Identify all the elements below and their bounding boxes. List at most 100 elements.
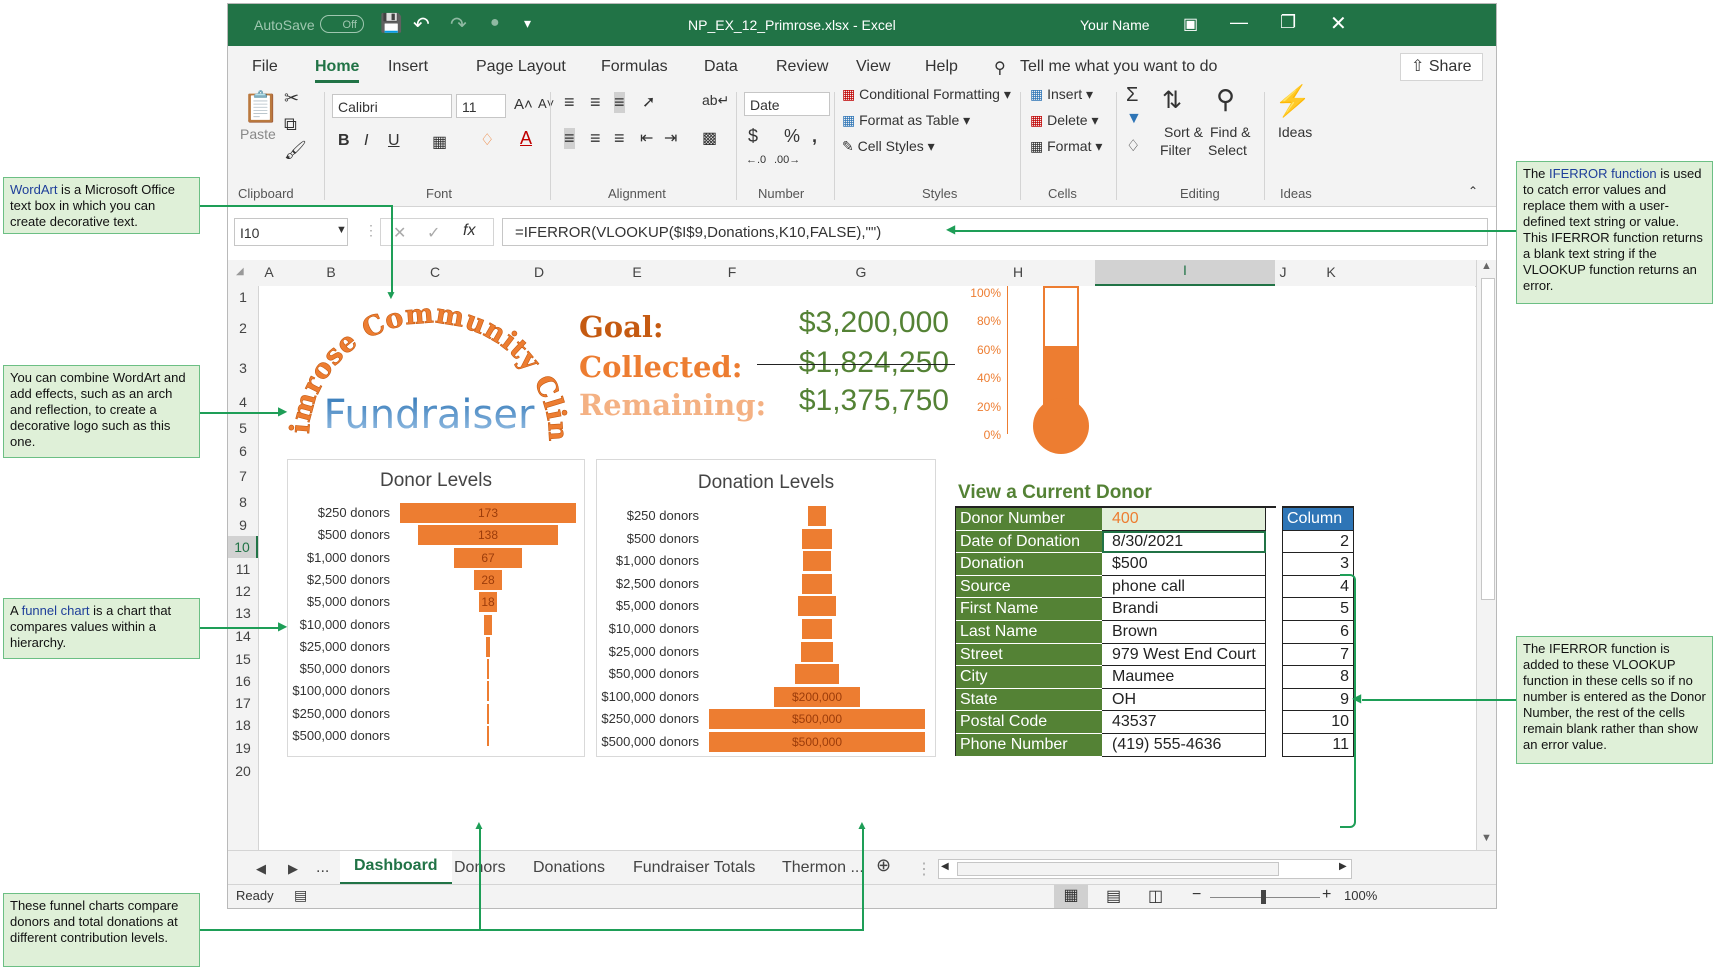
font-size-select[interactable]: 11 bbox=[456, 94, 506, 118]
increase-font-icon[interactable]: A˄ bbox=[514, 96, 533, 113]
paste-label[interactable]: Paste bbox=[240, 126, 276, 142]
donor-field-value[interactable]: 43537 bbox=[1102, 711, 1266, 734]
donation-levels-chart[interactable]: Donation Levels $250 donors $500 donors $1… bbox=[596, 459, 936, 757]
customize-toolbar-icon[interactable]: ▾ bbox=[524, 15, 531, 32]
share-button[interactable]: ⇧ Share bbox=[1400, 53, 1483, 81]
hscroll-right-icon[interactable]: ▶ bbox=[1339, 861, 1347, 872]
percent-icon[interactable]: % bbox=[784, 126, 800, 147]
donor-field-value[interactable]: (419) 555-4636 bbox=[1102, 734, 1266, 757]
funnel-bar[interactable] bbox=[486, 636, 490, 657]
restore-icon[interactable]: ❐ bbox=[1280, 12, 1296, 33]
collapse-ribbon-icon[interactable]: ⌃ bbox=[1468, 184, 1478, 198]
page-layout-view-icon[interactable]: ▤ bbox=[1106, 886, 1121, 906]
increase-indent-icon[interactable]: ⇥ bbox=[664, 128, 677, 148]
col-E[interactable]: E bbox=[591, 264, 683, 280]
row-header[interactable]: 7 bbox=[228, 462, 258, 490]
align-left-icon[interactable]: ≡ bbox=[564, 128, 575, 149]
tab-scroll-left-icon[interactable]: ◀ bbox=[256, 861, 266, 877]
font-name-select[interactable]: Calibri bbox=[332, 94, 452, 118]
decrease-decimal-icon[interactable]: .00→ bbox=[774, 154, 800, 166]
vertical-scroll-thumb[interactable] bbox=[1481, 278, 1495, 600]
col-G[interactable]: G bbox=[781, 264, 941, 280]
cancel-entry-icon[interactable]: ✕ bbox=[393, 223, 406, 243]
decrease-font-icon[interactable]: A˅ bbox=[538, 96, 554, 111]
donor-field-value[interactable]: Brandi bbox=[1102, 598, 1266, 621]
zoom-out-icon[interactable]: − bbox=[1192, 886, 1201, 904]
horizontal-scrollbar[interactable]: ◀ ▶ bbox=[938, 859, 1352, 879]
donor-field-value[interactable]: Maumee bbox=[1102, 666, 1266, 689]
row-header[interactable]: 20 bbox=[228, 760, 258, 782]
row-header[interactable]: 16 bbox=[228, 670, 258, 692]
donor-number-input[interactable]: 400 bbox=[1102, 508, 1266, 531]
delete-cells-button[interactable]: ▦ Delete ▾ bbox=[1030, 112, 1099, 129]
page-break-view-icon[interactable]: ◫ bbox=[1148, 886, 1163, 906]
row-header[interactable]: 12 bbox=[228, 580, 258, 602]
donor-field-value[interactable]: 979 West End Court bbox=[1102, 643, 1266, 667]
format-cells-button[interactable]: ▦ Format ▾ bbox=[1030, 138, 1102, 155]
name-box-dropdown-icon[interactable]: ▼ bbox=[336, 224, 347, 236]
row-header[interactable]: 13 bbox=[228, 602, 258, 624]
save-icon[interactable]: 💾 bbox=[380, 13, 402, 34]
tell-me-search[interactable]: Tell me what you want to do bbox=[1020, 58, 1217, 76]
ribbon-display-icon[interactable]: ▣ bbox=[1183, 14, 1198, 34]
cell-styles-button[interactable]: ✎ Cell Styles ▾ bbox=[842, 138, 935, 155]
clear-icon[interactable]: ♢ bbox=[1126, 136, 1140, 156]
orientation-icon[interactable]: ➚ bbox=[642, 92, 655, 112]
merge-center-icon[interactable]: ▩ bbox=[702, 128, 717, 148]
col-K[interactable]: K bbox=[1291, 264, 1371, 280]
underline-button[interactable]: U bbox=[388, 132, 400, 150]
format-painter-icon[interactable]: 🖌 bbox=[284, 140, 307, 161]
increase-decimal-icon[interactable]: ←.0 bbox=[746, 154, 766, 166]
funnel-bar[interactable] bbox=[807, 506, 827, 526]
row-header[interactable]: 11 bbox=[228, 558, 258, 580]
tab-review[interactable]: Review bbox=[776, 58, 828, 76]
funnel-bar[interactable] bbox=[487, 703, 489, 724]
tab-page-layout[interactable]: Page Layout bbox=[476, 58, 566, 76]
autosave-toggle[interactable]: Off bbox=[320, 15, 364, 33]
insert-cells-button[interactable]: ▦ Insert ▾ bbox=[1030, 86, 1093, 103]
find-select-label-1[interactable]: Find & bbox=[1210, 124, 1250, 140]
formula-input[interactable]: =IFERROR(VLOOKUP($I$9,Donations,K10,FALS… bbox=[502, 218, 1488, 246]
col-F[interactable]: F bbox=[683, 264, 781, 280]
thermometer-chart[interactable]: 100% 80% 60% 40% 20% 0% 57% bbox=[959, 286, 1089, 456]
wordart-logo[interactable]: Primrose Community Clinic Fundraiser bbox=[279, 288, 579, 458]
zoom-slider-thumb[interactable] bbox=[1261, 890, 1266, 904]
donor-field-value[interactable]: phone call bbox=[1102, 575, 1266, 599]
funnel-bar[interactable] bbox=[802, 528, 832, 549]
format-as-table-button[interactable]: ▦ Format as Table ▾ bbox=[842, 112, 970, 129]
donor-field-value[interactable]: 8/30/2021 bbox=[1102, 530, 1266, 554]
funnel-bar[interactable] bbox=[801, 619, 833, 639]
redo-icon[interactable]: ↷ bbox=[450, 12, 467, 37]
row-header[interactable]: 8 bbox=[228, 490, 258, 514]
undo-icon[interactable]: ↶ bbox=[413, 12, 430, 37]
tab-data[interactable]: Data bbox=[704, 58, 738, 76]
funnel-bar[interactable] bbox=[800, 641, 834, 662]
wrap-text-icon[interactable]: ab↵ bbox=[702, 92, 729, 109]
donor-levels-chart[interactable]: Donor Levels $250 donors 173 $500 donors 13… bbox=[287, 459, 585, 757]
row-header[interactable]: 18 bbox=[228, 714, 258, 736]
confirm-entry-icon[interactable]: ✓ bbox=[427, 223, 440, 243]
row-header[interactable]: 17 bbox=[228, 692, 258, 714]
more-tabs-icon[interactable]: ... bbox=[316, 859, 329, 877]
number-format-select[interactable]: Date bbox=[744, 92, 830, 116]
funnel-bar[interactable] bbox=[797, 596, 837, 617]
row-header[interactable]: 5 bbox=[228, 416, 258, 440]
sort-filter-label-2[interactable]: Filter bbox=[1160, 142, 1191, 158]
funnel-bar[interactable] bbox=[484, 614, 492, 635]
row-header[interactable]: 6 bbox=[228, 440, 258, 462]
horizontal-scroll-thumb[interactable] bbox=[957, 862, 1279, 876]
zoom-level[interactable]: 100% bbox=[1344, 888, 1377, 903]
row-header[interactable]: 3 bbox=[228, 348, 258, 388]
donor-field-value[interactable]: OH bbox=[1102, 688, 1266, 712]
sheet-tab-donations[interactable]: Donations bbox=[533, 859, 605, 877]
comma-style-icon[interactable]: , bbox=[812, 126, 817, 147]
zoom-in-icon[interactable]: + bbox=[1322, 886, 1331, 904]
col-H[interactable]: H bbox=[941, 264, 1095, 280]
user-name[interactable]: Your Name bbox=[1080, 17, 1150, 33]
sort-filter-label-1[interactable]: Sort & bbox=[1164, 124, 1203, 140]
fill-color-icon[interactable]: ♢ bbox=[480, 130, 494, 150]
italic-button[interactable]: I bbox=[364, 132, 368, 150]
close-icon[interactable]: ✕ bbox=[1330, 11, 1347, 36]
funnel-bar[interactable] bbox=[795, 664, 839, 685]
col-C[interactable]: C bbox=[383, 264, 487, 280]
